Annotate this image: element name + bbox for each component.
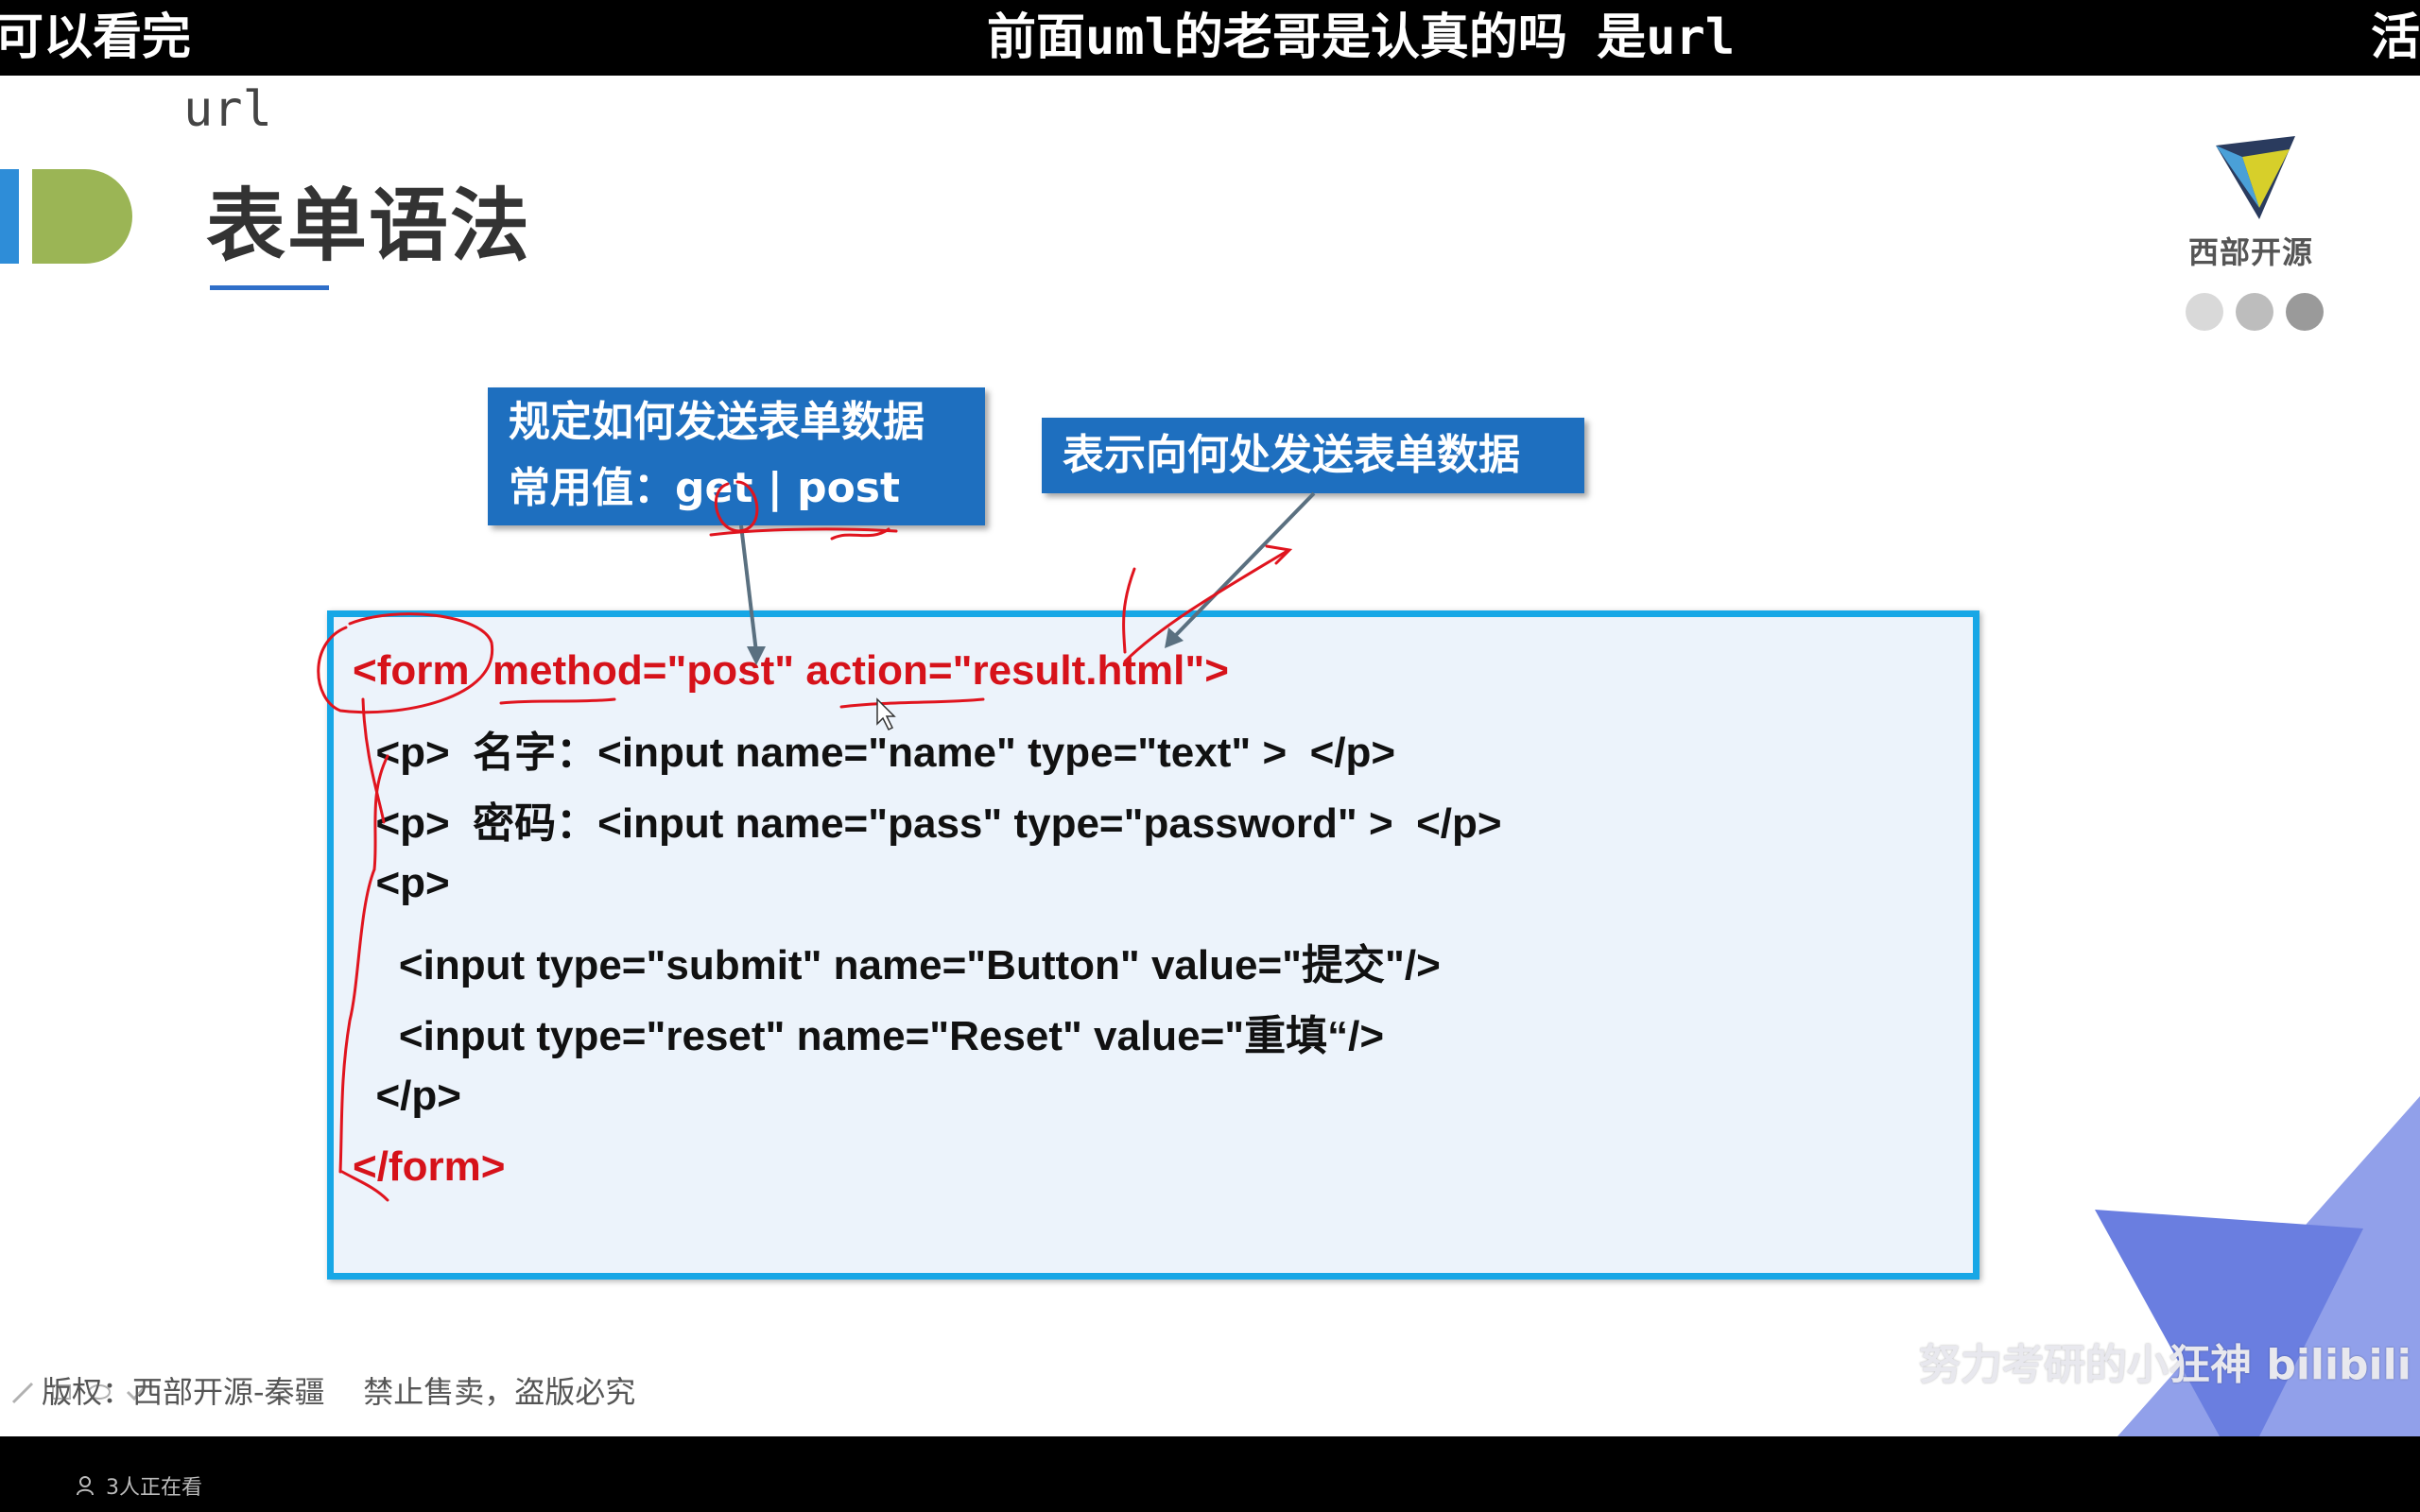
dot-icon: [2186, 293, 2223, 331]
bilibili-watermark: 努力考研的小狂神 bilibili: [1919, 1341, 2411, 1389]
code-line: </p>: [353, 1073, 461, 1119]
title-decoration-bar: [0, 169, 19, 264]
action-callout: 表示向何处发送表单数据: [1042, 418, 1584, 493]
pen-icon[interactable]: [9, 1378, 38, 1406]
logo-text: 西部开源: [2188, 234, 2314, 270]
people-icon: [77, 1476, 94, 1496]
title-decoration-shape: [32, 169, 132, 264]
slide-dots: [2186, 293, 2324, 331]
code-line: <p> 密码：<input name="pass" type="password…: [353, 800, 1502, 847]
page-title: 表单语法: [206, 180, 532, 272]
xibu-logo-icon: [2216, 136, 2295, 219]
dot-icon: [2286, 293, 2324, 331]
eye-icon[interactable]: [85, 1378, 113, 1406]
danmaku-comment: 前面uml的老哥是认真的吗 是url: [987, 9, 1736, 66]
check-icon[interactable]: [123, 1378, 151, 1406]
code-line: </form>: [353, 1143, 506, 1190]
title-underline: [210, 285, 329, 290]
player-bottom-bar: 3人正在看: [0, 1436, 2420, 1512]
code-line: <p> 名字：<input name="name" type="text" > …: [353, 730, 1396, 776]
code-example-box: <form method="post" action="result.html"…: [327, 610, 1979, 1280]
code-line: <form method="post" action="result.html"…: [353, 647, 1229, 694]
method-callout: 规定如何发送表单数据 常用值：get | post: [488, 387, 985, 525]
eraser-icon[interactable]: [47, 1378, 76, 1406]
danmaku-comment: 活: [2371, 9, 2420, 66]
danmaku-comment: 可以看完: [0, 9, 192, 66]
danmaku-bar: 可以看完 前面uml的老哥是认真的吗 是url 活: [0, 0, 2420, 76]
method-callout-line2: 常用值：get | post: [509, 464, 901, 512]
code-line: <input type="submit" name="Button" value…: [353, 942, 1441, 988]
method-callout-line1: 规定如何发送表单数据: [509, 398, 925, 446]
drawing-toolbar: [9, 1378, 151, 1406]
viewer-count-text: 3人正在看: [106, 1476, 202, 1500]
viewer-count: 3人正在看: [76, 1470, 202, 1501]
dot-icon: [2236, 293, 2273, 331]
presentation-slide: url 表单语法 西部开源 规定如何发送表单数据 常用值：get | post …: [0, 76, 2420, 1436]
handwritten-annotation: url: [183, 81, 272, 138]
code-line: <input type="reset" name="Reset" value="…: [353, 1013, 1385, 1059]
code-line: <p>: [353, 860, 450, 906]
